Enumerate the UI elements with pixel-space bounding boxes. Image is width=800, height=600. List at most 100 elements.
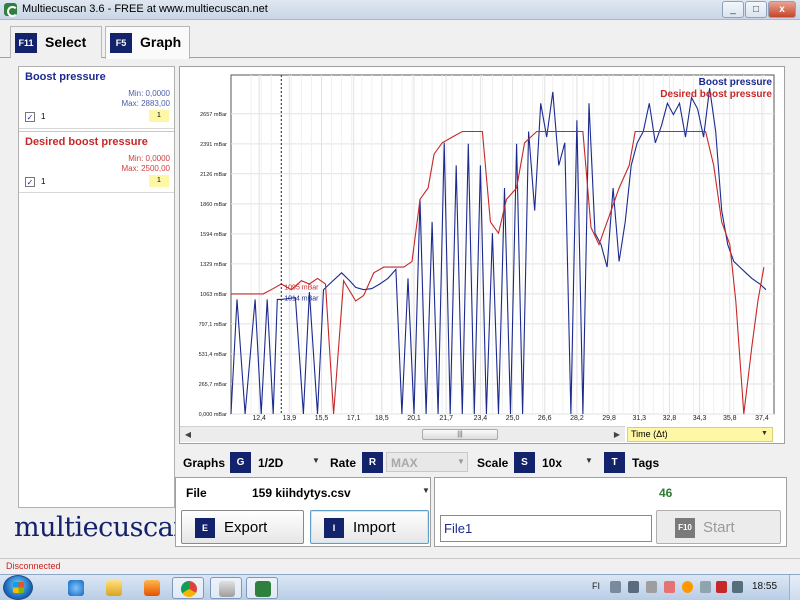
y-tick-label: 531,4 mBar bbox=[199, 352, 228, 358]
start-label: Start bbox=[703, 519, 735, 536]
cursor-value-boost: 1014 mBar bbox=[284, 295, 319, 302]
series-item-desired-boost-pressure[interactable]: Desired boost pressure Min: 0,0000 Max: … bbox=[19, 131, 174, 193]
graphs-select[interactable]: 1/2D bbox=[258, 456, 283, 470]
tab-select-label: Select bbox=[45, 34, 87, 50]
graphs-key[interactable]: G bbox=[230, 452, 251, 473]
x-tick-label: 21,7 bbox=[439, 415, 453, 422]
taskbar-app[interactable] bbox=[210, 577, 242, 599]
taskbar-clock[interactable]: 18:55 bbox=[752, 581, 777, 592]
scale-select[interactable]: 10x bbox=[542, 456, 562, 470]
y-tick-label: 0,000 mBar bbox=[199, 412, 228, 418]
line-chart: 0,000 mBar 265,7 mBar 531,4 mBar 797,1 mBar… bbox=[199, 74, 775, 422]
chevron-down-icon: ▼ bbox=[457, 457, 465, 466]
file-label: File bbox=[186, 486, 207, 500]
scale-key[interactable]: S bbox=[514, 452, 535, 473]
app-logo: multiecuscan bbox=[14, 512, 191, 543]
y-axis: 0,000 mBar 265,7 mBar 531,4 mBar 797,1 mBar… bbox=[199, 112, 228, 418]
tray-usb-icon[interactable] bbox=[646, 581, 657, 593]
app-window-icon bbox=[219, 581, 235, 597]
y-tick-label: 2391 mBar bbox=[200, 142, 227, 148]
series-name: Desired boost pressure bbox=[25, 136, 148, 148]
title-bar: Multiecuscan 3.6 - FREE at www.multiecus… bbox=[0, 0, 800, 20]
y-tick-label: 1329 mBar bbox=[200, 262, 227, 268]
tray-security-icon[interactable] bbox=[664, 581, 675, 593]
x-tick-label: 18,5 bbox=[375, 415, 389, 422]
rate-label: Rate bbox=[330, 456, 357, 470]
media-player-icon bbox=[144, 580, 160, 596]
scroll-thumb[interactable]: ||| bbox=[422, 429, 498, 440]
tray-device-icon[interactable] bbox=[628, 581, 639, 593]
internet-explorer-icon bbox=[68, 580, 84, 596]
tray-printer-icon[interactable] bbox=[700, 581, 711, 593]
rate-select[interactable]: MAX ▼ bbox=[386, 452, 468, 472]
multiecuscan-icon bbox=[255, 581, 271, 597]
series-min: Min: 0,0000 bbox=[128, 154, 170, 163]
file-select[interactable]: 159 kiihdytys.csv bbox=[252, 486, 351, 500]
series-max: Max: 2500,00 bbox=[121, 164, 170, 173]
taskbar-media-player[interactable] bbox=[136, 577, 168, 599]
taskbar-chrome[interactable] bbox=[172, 577, 204, 599]
taskbar: FI 18:55 bbox=[0, 574, 800, 600]
tray-update-icon[interactable] bbox=[682, 581, 693, 593]
tab-select-key: F11 bbox=[15, 33, 37, 53]
tags-key[interactable]: T bbox=[604, 452, 625, 473]
x-axis-select[interactable]: Time (Δt) ▼ bbox=[627, 427, 773, 442]
chevron-down-icon[interactable]: ▼ bbox=[422, 486, 430, 495]
y-tick-label: 1063 mBar bbox=[200, 292, 227, 298]
chrome-icon bbox=[181, 581, 197, 597]
tab-graph-key: F5 bbox=[110, 33, 132, 53]
x-tick-label: 17,1 bbox=[347, 415, 361, 422]
input-language[interactable]: FI bbox=[592, 581, 600, 591]
series-visible-checkbox[interactable]: ✓ bbox=[25, 177, 35, 187]
show-desktop-button[interactable] bbox=[789, 575, 800, 600]
rate-select-value: MAX bbox=[391, 456, 418, 470]
taskbar-explorer[interactable] bbox=[98, 577, 130, 599]
tab-graph-label: Graph bbox=[140, 34, 182, 50]
x-tick-label: 29,8 bbox=[602, 415, 616, 422]
tags-label[interactable]: Tags bbox=[632, 456, 659, 470]
window-title: Multiecuscan 3.6 - FREE at www.multiecus… bbox=[22, 3, 268, 15]
start-key: F10 bbox=[675, 518, 695, 538]
rate-key[interactable]: R bbox=[362, 452, 383, 473]
x-tick-label: 25,0 bbox=[506, 415, 520, 422]
export-key: E bbox=[195, 518, 215, 538]
export-button[interactable]: E Export bbox=[181, 510, 304, 544]
series-max: Max: 2883,00 bbox=[121, 99, 170, 108]
scroll-right-arrow-icon[interactable]: ▶ bbox=[612, 430, 622, 440]
series-item-boost-pressure[interactable]: Boost pressure Min: 0,0000 Max: 2883,00 … bbox=[19, 67, 174, 129]
scroll-left-arrow-icon[interactable]: ◀ bbox=[183, 430, 193, 440]
x-tick-label: 31,3 bbox=[632, 415, 646, 422]
maximize-button[interactable]: □ bbox=[745, 1, 767, 18]
x-tick-label: 35,8 bbox=[723, 415, 737, 422]
tray-network-icon[interactable] bbox=[716, 581, 727, 593]
windows-start-icon[interactable] bbox=[3, 575, 33, 600]
tray-volume-icon[interactable] bbox=[732, 581, 743, 593]
import-label: Import bbox=[353, 519, 396, 536]
legend-entry: Desired boost pressure bbox=[660, 89, 772, 100]
import-button[interactable]: I Import bbox=[310, 510, 429, 544]
taskbar-ie[interactable] bbox=[60, 577, 92, 599]
series-visible-checkbox[interactable]: ✓ bbox=[25, 112, 35, 122]
legend-entry: Boost pressure bbox=[699, 77, 773, 88]
tab-select[interactable]: F11 Select bbox=[10, 26, 102, 58]
chart-horizontal-scrollbar[interactable]: ◀ ||| ▶ bbox=[180, 426, 625, 442]
cursor-value-desired: 1095 mBar bbox=[284, 284, 319, 291]
y-tick-label: 265,7 mBar bbox=[199, 382, 228, 388]
series-scale-field[interactable]: 1 bbox=[149, 175, 169, 187]
import-key: I bbox=[324, 518, 344, 538]
minimize-button[interactable]: _ bbox=[722, 1, 744, 18]
file-name-input[interactable] bbox=[440, 515, 652, 542]
app-icon bbox=[4, 3, 18, 17]
close-button[interactable]: x bbox=[768, 1, 796, 18]
tab-bar: F11 Select F5 Graph bbox=[0, 20, 800, 59]
start-button[interactable]: F10 Start bbox=[656, 510, 781, 544]
x-axis: 12,4 13,9 15,5 17,1 18,5 20,1 21,7 23,4 25,0 26,6… bbox=[252, 415, 769, 422]
y-tick-label: 2657 mBar bbox=[200, 112, 227, 118]
chevron-down-icon[interactable]: ▼ bbox=[312, 456, 320, 465]
series-scale-field[interactable]: 1 bbox=[149, 110, 169, 122]
x-tick-label: 34,3 bbox=[693, 415, 707, 422]
tab-graph[interactable]: F5 Graph bbox=[105, 26, 190, 59]
taskbar-multiecuscan[interactable] bbox=[246, 577, 278, 599]
chevron-down-icon[interactable]: ▼ bbox=[585, 456, 593, 465]
tray-arrow-icon[interactable] bbox=[610, 581, 621, 593]
